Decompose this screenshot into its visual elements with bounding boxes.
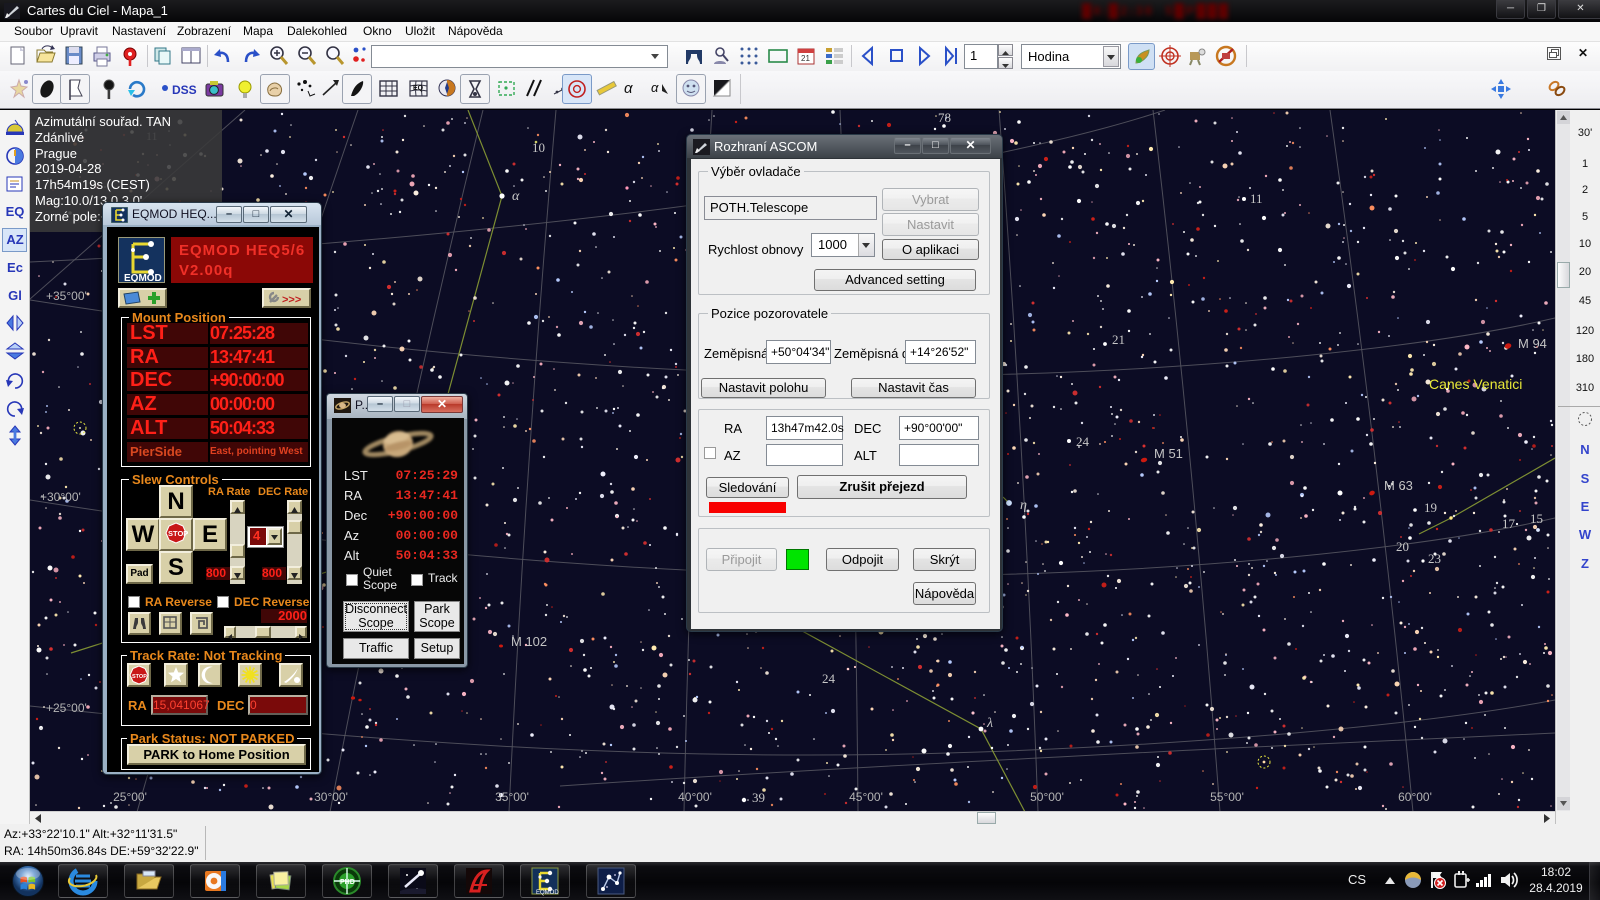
- svg-text:24: 24: [822, 671, 836, 686]
- svg-text:20: 20: [1396, 539, 1409, 554]
- svg-text:PHD: PHD: [340, 879, 355, 886]
- svg-text:45°00': 45°00': [849, 790, 883, 804]
- svg-text:α: α: [512, 189, 520, 204]
- svg-text:EQMOD: EQMOD: [536, 890, 559, 896]
- svg-text:17: 17: [1502, 516, 1516, 531]
- svg-text:+30°00': +30°00': [40, 490, 81, 504]
- svg-text:10: 10: [532, 140, 545, 155]
- svg-text:+35°00': +35°00': [46, 289, 87, 303]
- svg-text:M 94: M 94: [1518, 336, 1547, 351]
- svg-text:η: η: [1020, 498, 1027, 513]
- svg-text:M 63: M 63: [1384, 478, 1413, 493]
- svg-text:60°00': 60°00': [1398, 790, 1432, 804]
- svg-text:STOP: STOP: [168, 529, 188, 538]
- svg-text:78: 78: [938, 110, 951, 125]
- svg-text:EQMOD: EQMOD: [124, 273, 162, 282]
- svg-text:M 102: M 102: [511, 634, 547, 649]
- svg-text:30°00': 30°00': [314, 790, 348, 804]
- svg-text:M 51: M 51: [1154, 446, 1183, 461]
- svg-text:11: 11: [1250, 191, 1263, 206]
- svg-text:24: 24: [1076, 434, 1090, 449]
- svg-text:23: 23: [1428, 551, 1441, 566]
- svg-text:19: 19: [1424, 500, 1437, 515]
- svg-text:λ: λ: [986, 716, 993, 731]
- svg-text:55°00': 55°00': [1210, 790, 1244, 804]
- svg-text:50°00': 50°00': [1030, 790, 1064, 804]
- svg-text:EQ: EQ: [413, 85, 424, 92]
- svg-text:39: 39: [752, 790, 765, 805]
- svg-text:35°00': 35°00': [495, 790, 529, 804]
- svg-text:+25°00': +25°00': [46, 701, 87, 715]
- svg-text:15: 15: [1530, 511, 1543, 526]
- svg-text:40°00': 40°00': [678, 790, 712, 804]
- svg-text:25°00': 25°00': [113, 790, 147, 804]
- svg-text:α: α: [651, 80, 659, 95]
- svg-text:21: 21: [1112, 332, 1125, 347]
- svg-text:Canes Venatici: Canes Venatici: [1429, 376, 1522, 392]
- svg-text:21: 21: [801, 54, 810, 63]
- svg-text:STOP: STOP: [132, 674, 147, 680]
- svg-text:>>>: >>>: [282, 294, 301, 306]
